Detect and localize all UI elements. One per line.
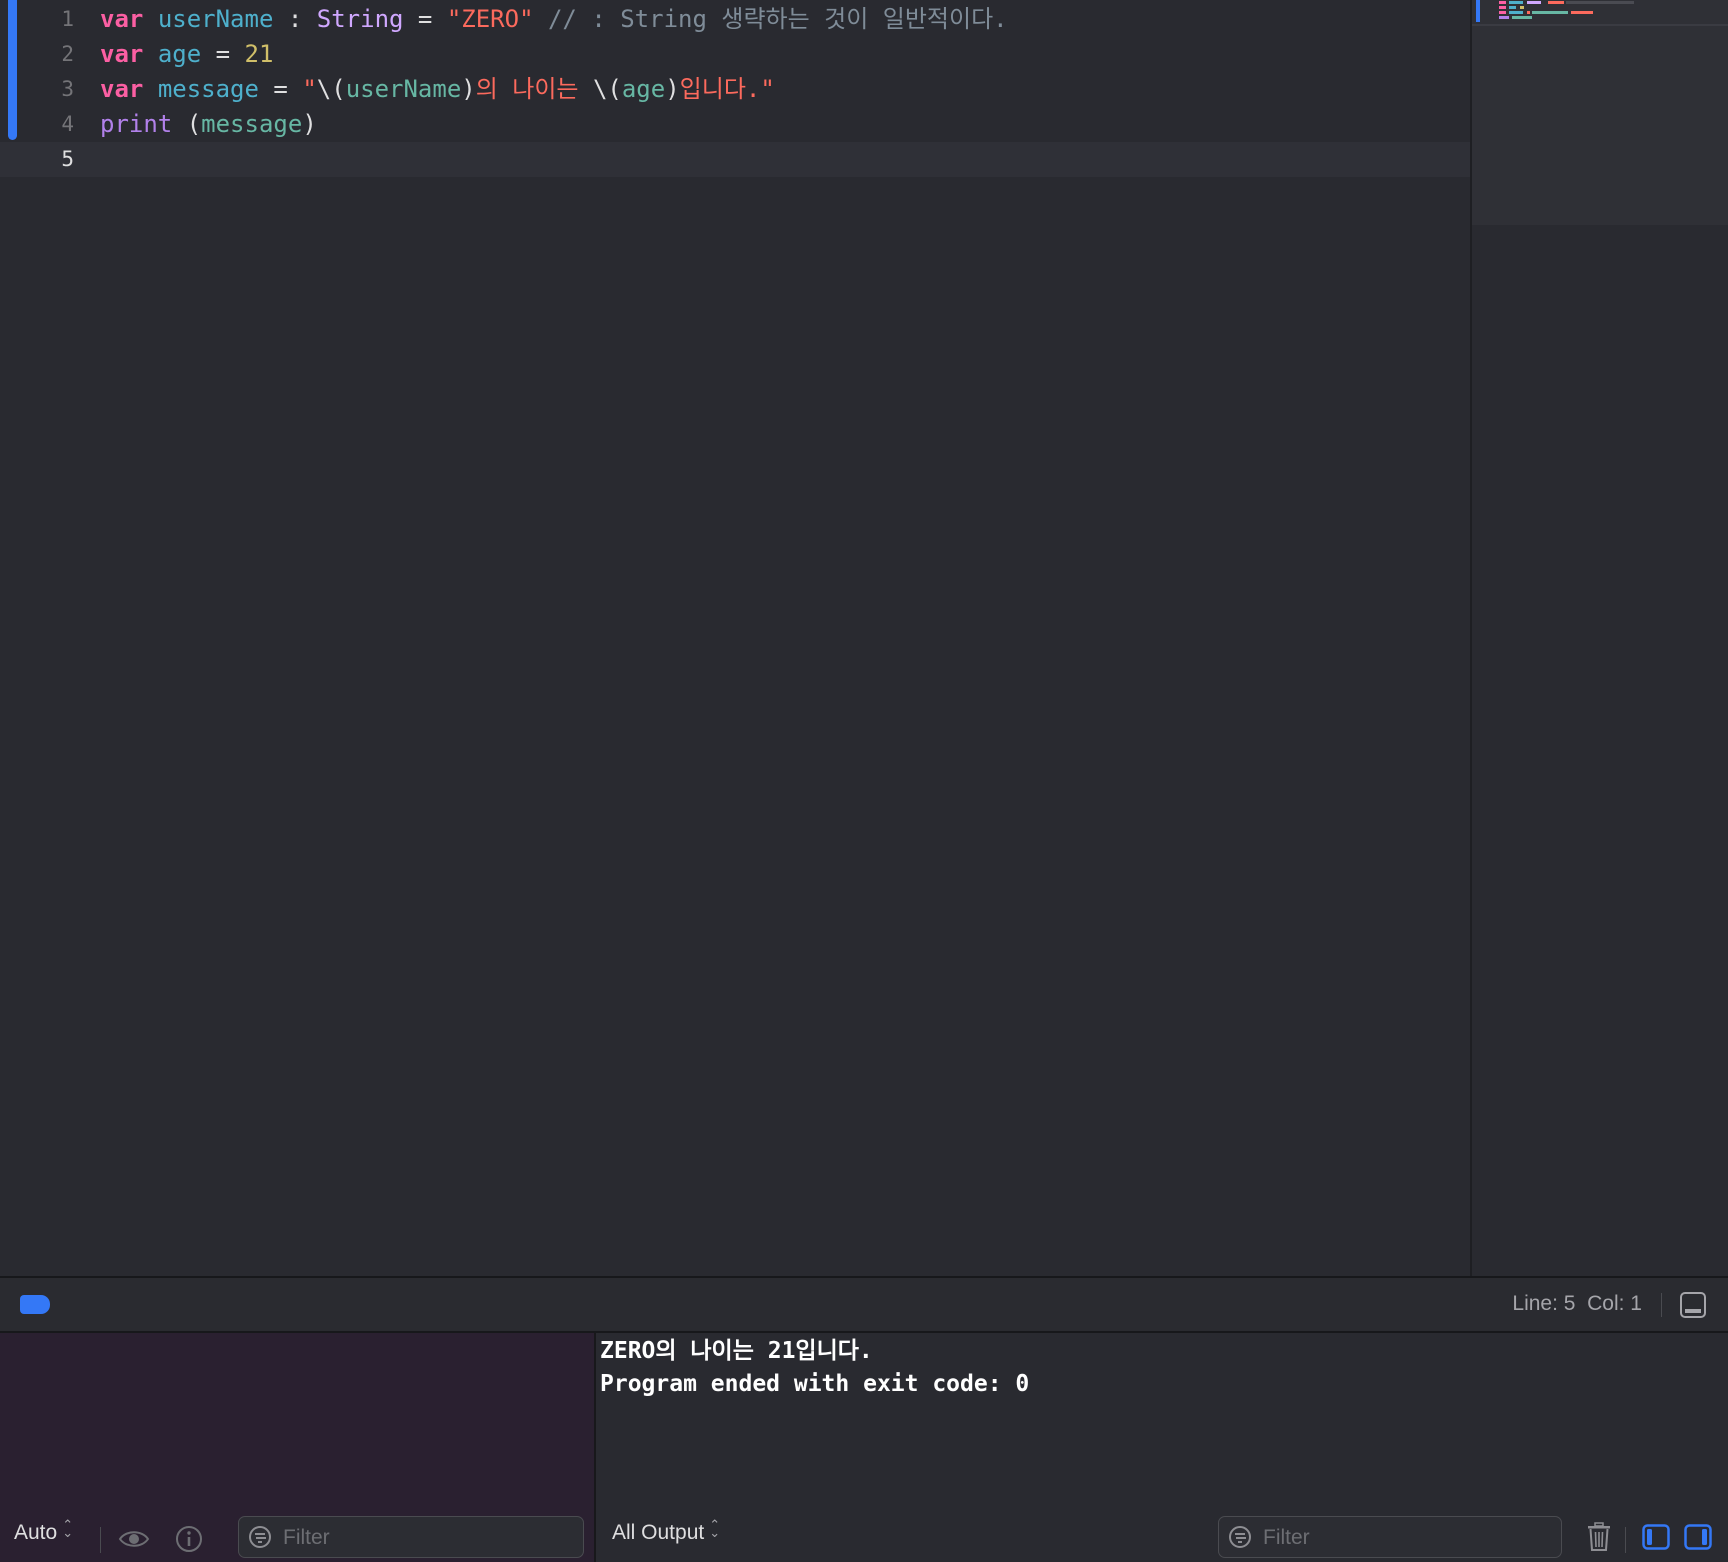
run-status-icon[interactable]	[20, 1295, 50, 1314]
code-editor[interactable]: 1 var userName : String = "ZERO" // : Str…	[0, 0, 1470, 1276]
output-select-value: All Output	[612, 1521, 705, 1544]
code-token: "	[302, 75, 317, 103]
code-token: 21	[244, 40, 274, 68]
editor-status-bar: Line: 5 Col: 1	[0, 1276, 1728, 1333]
code-token: =	[258, 75, 303, 103]
line-code: var age = 21	[100, 37, 273, 72]
chevron-updown-icon: ⌃ ⌄	[62, 1517, 74, 1540]
info-icon[interactable]	[175, 1525, 203, 1553]
line-number: 1	[61, 7, 74, 31]
code-token: )	[302, 110, 317, 138]
output-select[interactable]: All Output ⌃ ⌄	[612, 1517, 721, 1545]
code-token: :	[273, 5, 317, 33]
code-token: var	[100, 40, 144, 68]
code-line[interactable]: 3 var message = "\(userName)의 나이는 \(age)입…	[0, 72, 1470, 107]
code-line[interactable]: 1 var userName : String = "ZERO" // : Str…	[0, 2, 1470, 37]
code-token: var	[100, 75, 144, 103]
code-token: 입니다."	[679, 75, 775, 103]
minimap[interactable]	[1472, 0, 1728, 1276]
code-token: var	[100, 5, 144, 33]
chevron-updown-icon: ⌃ ⌄	[709, 1517, 721, 1540]
code-token: =	[403, 5, 447, 33]
right-panel-icon[interactable]	[1684, 1524, 1712, 1550]
line-code: var userName : String = "ZERO" // : Stri…	[100, 2, 1008, 37]
minimap-current-line	[1472, 24, 1728, 26]
code-token: "ZERO"	[446, 5, 534, 33]
code-token: String	[316, 5, 404, 33]
code-token: \(	[316, 75, 346, 103]
variables-view[interactable]: Auto ⌃ ⌄	[0, 1333, 594, 1562]
code-token: age	[621, 75, 666, 103]
cursor-position: Line: 5 Col: 1	[1512, 1292, 1642, 1315]
console-output[interactable]: ZERO의 나이는 21입니다. Program ended with exit…	[600, 1335, 1029, 1401]
code-token: (	[172, 110, 202, 138]
line-number: 4	[61, 112, 74, 136]
line-number: 3	[61, 77, 74, 101]
line-code: var message = "\(userName)의 나이는 \(age)입니…	[100, 72, 775, 107]
code-token: print	[100, 110, 173, 138]
console-filter[interactable]	[1218, 1516, 1562, 1558]
code-token: message	[157, 75, 259, 103]
variables-filter-input[interactable]	[281, 1523, 565, 1553]
code-token: // : String 생략하는 것이 일반적이다.	[533, 5, 1008, 33]
minimap-change-marker	[1476, 0, 1480, 22]
left-panel-icon[interactable]	[1642, 1524, 1670, 1550]
code-token: message	[201, 110, 303, 138]
line-number: 5	[61, 147, 74, 171]
code-token: =	[201, 40, 245, 68]
console-view[interactable]: ZERO의 나이는 21입니다. Program ended with exit…	[596, 1333, 1728, 1562]
status-divider	[1661, 1293, 1662, 1317]
code-token: userName	[345, 75, 462, 103]
filter-icon	[249, 1526, 271, 1548]
eye-icon[interactable]	[118, 1527, 150, 1551]
code-line[interactable]: 4 print (message)	[0, 107, 1470, 142]
minimap-viewport[interactable]	[1472, 0, 1728, 225]
filter-icon	[1229, 1526, 1251, 1548]
trash-icon[interactable]	[1586, 1522, 1612, 1552]
line-number: 2	[61, 42, 74, 66]
code-token: )	[461, 75, 476, 103]
toolbar-divider	[100, 1527, 101, 1553]
code-token: )	[665, 75, 680, 103]
hide-console-icon[interactable]	[1680, 1292, 1706, 1318]
code-token: 의 나이는	[475, 75, 593, 103]
line-code: print (message)	[100, 107, 317, 142]
scope-select-value: Auto	[14, 1521, 58, 1544]
code-line[interactable]: 5	[0, 142, 1470, 177]
toolbar-divider	[1625, 1527, 1626, 1553]
code-token: userName	[157, 5, 274, 33]
code-line[interactable]: 2 var age = 21	[0, 37, 1470, 72]
scope-select[interactable]: Auto ⌃ ⌄	[14, 1517, 74, 1545]
console-filter-input[interactable]	[1261, 1523, 1545, 1553]
code-token: \(	[592, 75, 622, 103]
variables-filter[interactable]	[238, 1516, 584, 1558]
code-token: age	[157, 40, 202, 68]
